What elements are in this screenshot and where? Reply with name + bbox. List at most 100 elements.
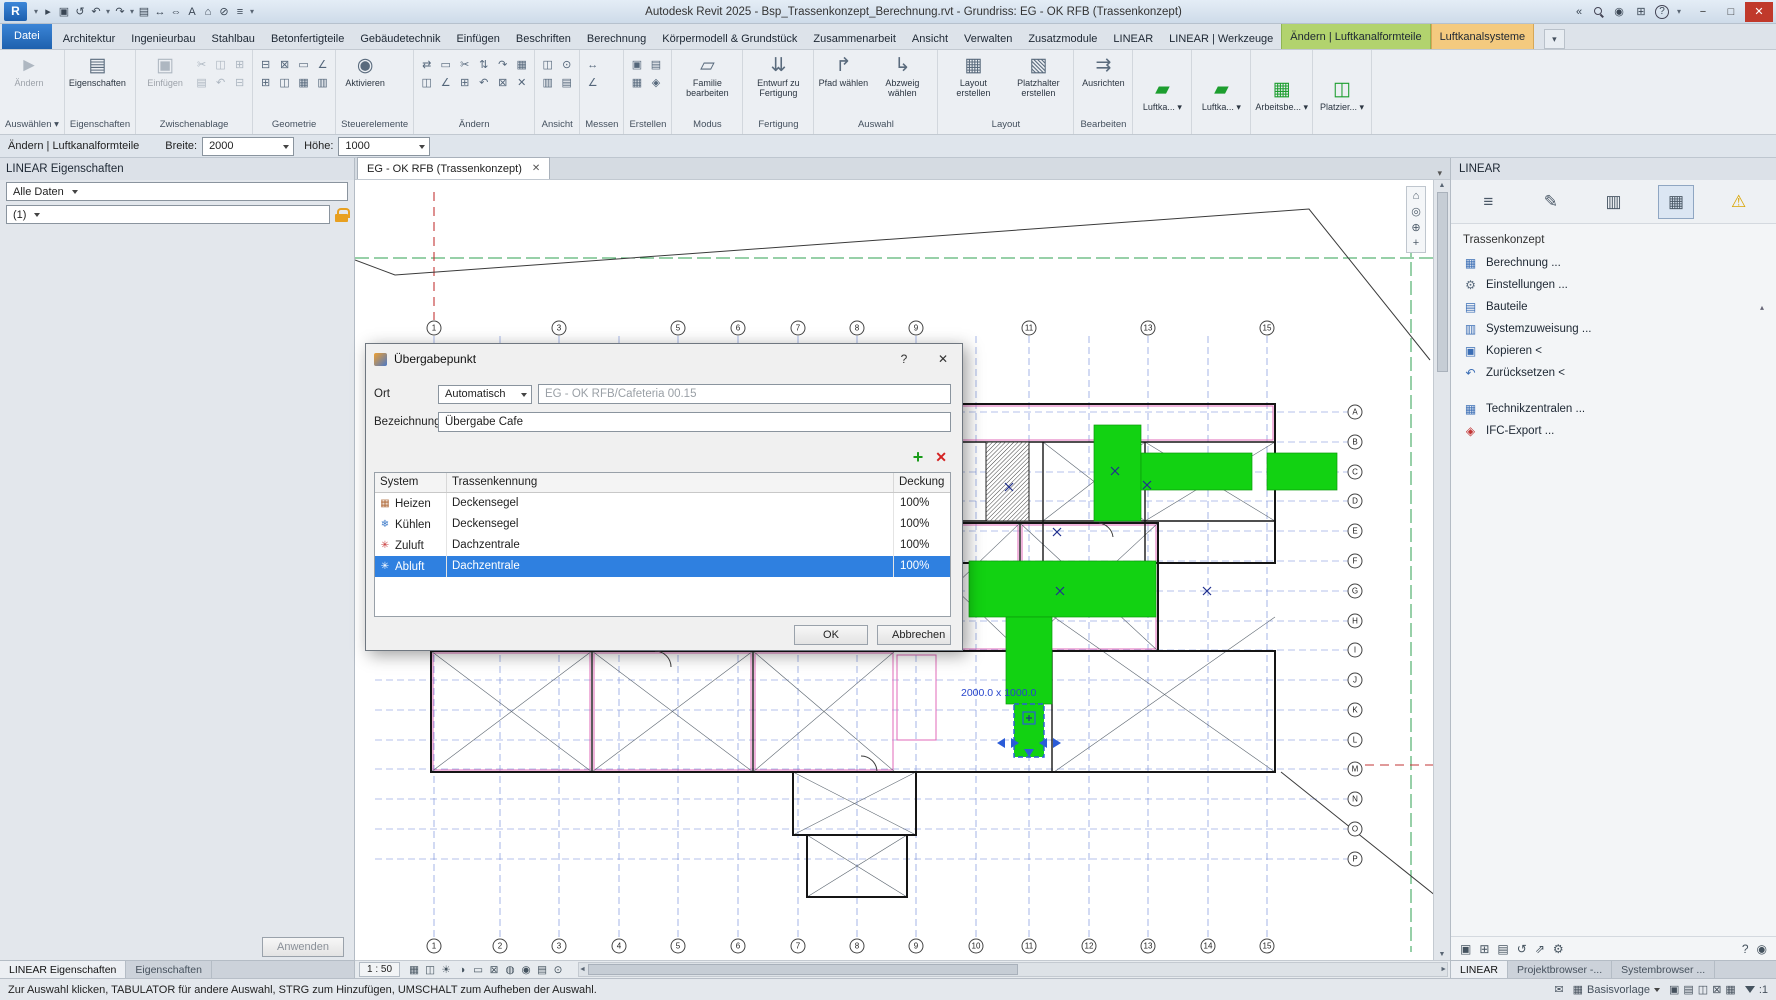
ribbon-tool-icon[interactable]: ⊞ xyxy=(456,75,473,92)
linear-item-einstellungen[interactable]: ⚙Einstellungen ... xyxy=(1451,274,1776,296)
system-row-zuluft[interactable]: ✳ZuluftDachzentrale100% xyxy=(375,535,950,556)
ribbon-tab-ändern-luftkanalformteile[interactable]: Ändern | Luftkanalformteile xyxy=(1281,24,1430,49)
ort-mode-combo[interactable]: Automatisch xyxy=(438,385,532,404)
menu-icon[interactable]: ≡ xyxy=(1470,185,1506,219)
hide-isolate-icon[interactable]: ◍ xyxy=(502,964,518,976)
linear-item-systemzuweisung[interactable]: ▥Systemzuweisung ... xyxy=(1451,318,1776,340)
ribbon-tool-icon[interactable]: ⇄ xyxy=(418,57,435,74)
design-option-control[interactable]: ▦ Basisvorlage xyxy=(1573,983,1660,996)
linear-item-berechnung[interactable]: ▦Berechnung ... xyxy=(1451,252,1776,274)
editing-requests-icon[interactable]: ✉ xyxy=(1554,983,1563,996)
measure-icon[interactable]: ↔ xyxy=(152,6,168,18)
thin-lines-icon[interactable]: ≡ xyxy=(232,6,248,18)
redo-menu-icon[interactable]: ▾ xyxy=(128,7,136,16)
ribbon-tool-icon[interactable]: ◈ xyxy=(647,75,664,92)
ribbon-button-eigenschaften[interactable]: ▤Eigenschaften xyxy=(69,53,126,89)
ribbon-tab-ingenieurbau[interactable]: Ingenieurbau xyxy=(123,28,203,49)
ribbon-button-arbeitsbe[interactable]: ▦Arbeitsbe... ▾ xyxy=(1255,77,1308,113)
visual-style-icon[interactable]: ◫ xyxy=(422,964,438,976)
ribbon-tool-icon[interactable]: ✂ xyxy=(456,57,473,74)
file-menu-arrow-icon[interactable]: ▾ xyxy=(32,7,40,16)
ribbon-tab-linear-werkzeuge[interactable]: LINEAR | Werkzeuge xyxy=(1161,28,1281,49)
scroll-left-icon[interactable]: ◄ xyxy=(579,966,586,973)
sun-path-icon[interactable]: ☀ xyxy=(438,964,454,976)
ribbon-tool-icon[interactable]: ⊞ xyxy=(257,75,274,92)
pin-icon[interactable]: ▣ xyxy=(1460,942,1471,956)
ribbon-tool-icon[interactable]: ▦ xyxy=(628,75,645,92)
ribbon-tool-icon[interactable]: ⊠ xyxy=(276,57,293,74)
add-system-button[interactable]: + xyxy=(913,448,924,466)
undo-menu-icon[interactable]: ▾ xyxy=(104,7,112,16)
ribbon-panel-label-messen[interactable]: Messen xyxy=(580,119,623,134)
sync-icon[interactable]: ↺ xyxy=(72,5,88,18)
ribbon-tool-icon[interactable]: ◫ xyxy=(276,75,293,92)
linear-item-kopieren[interactable]: ▣Kopieren < xyxy=(1451,340,1776,362)
canvas-horizontal-scrollbar[interactable]: ◄ ► xyxy=(578,962,1448,977)
dialog-help-button[interactable]: ? xyxy=(889,352,919,366)
ribbon-tab-stahlbau[interactable]: Stahlbau xyxy=(204,28,263,49)
ribbon-panel-label-ändern[interactable]: Ändern xyxy=(414,119,534,134)
column-header-trassenkennung[interactable]: Trassenkennung xyxy=(447,473,894,492)
ribbon-tool-icon[interactable]: ▦ xyxy=(513,57,530,74)
panel-settings-icon[interactable]: ⚙ xyxy=(1553,942,1564,956)
revit-logo[interactable]: R xyxy=(4,2,27,21)
dimension-icon[interactable]: ⇔ xyxy=(168,6,184,18)
ribbon-button-platzier[interactable]: ◫Platzier... ▾ xyxy=(1317,77,1367,113)
ribbon-button-aktivieren[interactable]: ◉Aktivieren xyxy=(340,53,390,89)
ribbon-tab-ansicht[interactable]: Ansicht xyxy=(904,28,956,49)
save-icon[interactable]: ▣ xyxy=(56,5,72,18)
selection-toggle-icon[interactable]: ◫ xyxy=(1698,983,1708,996)
text-icon[interactable]: A xyxy=(184,6,200,18)
dialog-title-bar[interactable]: Übergabepunkt ? ✕ xyxy=(366,344,962,374)
edit-icon[interactable]: ✎ xyxy=(1533,185,1569,219)
ribbon-tool-icon[interactable]: ▥ xyxy=(314,75,331,92)
selection-toggle-icon[interactable]: ⊠ xyxy=(1712,983,1721,996)
close-button[interactable]: ✕ xyxy=(1745,2,1773,22)
ribbon-tool-icon[interactable]: ∠ xyxy=(314,57,331,74)
ribbon-tool-icon[interactable]: ▣ xyxy=(628,57,645,74)
ribbon-panel-label-geometrie[interactable]: Geometrie xyxy=(253,119,335,134)
ribbon-tab-betonfertigteile[interactable]: Betonfertigteile xyxy=(263,28,352,49)
data-filter-combo[interactable]: Alle Daten xyxy=(6,182,348,201)
ribbon-tool-icon[interactable]: ↶ xyxy=(212,75,229,92)
canvas-vertical-scrollbar[interactable]: ▲ ▼ xyxy=(1433,180,1450,960)
column-header-deckung[interactable]: Deckung xyxy=(894,473,950,492)
panel-help-icon[interactable]: ? xyxy=(1742,942,1749,956)
ribbon-button-luftka[interactable]: ▰Luftka... ▾ xyxy=(1196,77,1246,113)
shadows-icon[interactable]: ◑ xyxy=(454,964,470,976)
ribbon-tool-icon[interactable]: ▤ xyxy=(647,57,664,74)
ribbon-tab-linear[interactable]: LINEAR xyxy=(1105,28,1161,49)
ribbon-tool-icon[interactable]: ✕ xyxy=(513,75,530,92)
ribbon-tool-icon[interactable]: ↷ xyxy=(494,57,511,74)
views-icon[interactable]: ▥ xyxy=(1595,185,1631,219)
constraints-icon[interactable]: ⊙ xyxy=(550,964,566,976)
help-icon[interactable]: ? xyxy=(1655,5,1669,19)
pan-icon[interactable]: + xyxy=(1408,237,1424,249)
width-combo[interactable]: 2000 xyxy=(202,137,294,156)
ribbon-tool-icon[interactable]: ◫ xyxy=(418,75,435,92)
ribbon-tool-icon[interactable]: ⊙ xyxy=(558,57,575,74)
ribbon-panel-label-auswählen[interactable]: Auswählen ▾ xyxy=(0,119,64,134)
ribbon-panel-label-eigenschaften[interactable]: Eigenschaften xyxy=(65,119,135,134)
column-header-system[interactable]: System xyxy=(375,473,447,492)
scroll-up-icon[interactable]: ▲ xyxy=(1439,182,1446,189)
panel-tab-linear-eigenschaften[interactable]: LINEAR Eigenschaften xyxy=(0,961,126,978)
ribbon-button-entwurf-zu-fertigung[interactable]: ⇊Entwurf zu Fertigung xyxy=(747,53,809,99)
linear-item-technikzentralen[interactable]: ▦Technikzentralen ... xyxy=(1451,398,1776,420)
panel-tab-projektbrowser[interactable]: Projektbrowser -... xyxy=(1508,961,1612,978)
ribbon-panel-label-auswahl[interactable]: Auswahl xyxy=(814,119,937,134)
ribbon-tool-icon[interactable]: ⊟ xyxy=(231,75,248,92)
ribbon-panel-label-erstellen[interactable]: Erstellen xyxy=(624,119,671,134)
redo-icon[interactable]: ↷ xyxy=(112,5,128,18)
ribbon-tool-icon[interactable]: ⊠ xyxy=(494,75,511,92)
print-icon[interactable]: ▤ xyxy=(136,5,152,18)
apply-button[interactable]: Anwenden xyxy=(262,937,344,957)
ribbon-button-familie-bearbeiten[interactable]: ▱Familie bearbeiten xyxy=(676,53,738,99)
selection-toggle-icon[interactable]: ▤ xyxy=(1683,983,1693,996)
height-combo[interactable]: 1000 xyxy=(338,137,430,156)
detail-level-icon[interactable]: ▦ xyxy=(406,964,422,976)
ribbon-panel-label-steuerelemente[interactable]: Steuerelemente xyxy=(336,119,413,134)
scroll-down-icon[interactable]: ▼ xyxy=(1439,951,1446,958)
ribbon-tool-icon[interactable]: ⊞ xyxy=(231,57,248,74)
ribbon-tool-icon[interactable]: ⊟ xyxy=(257,57,274,74)
